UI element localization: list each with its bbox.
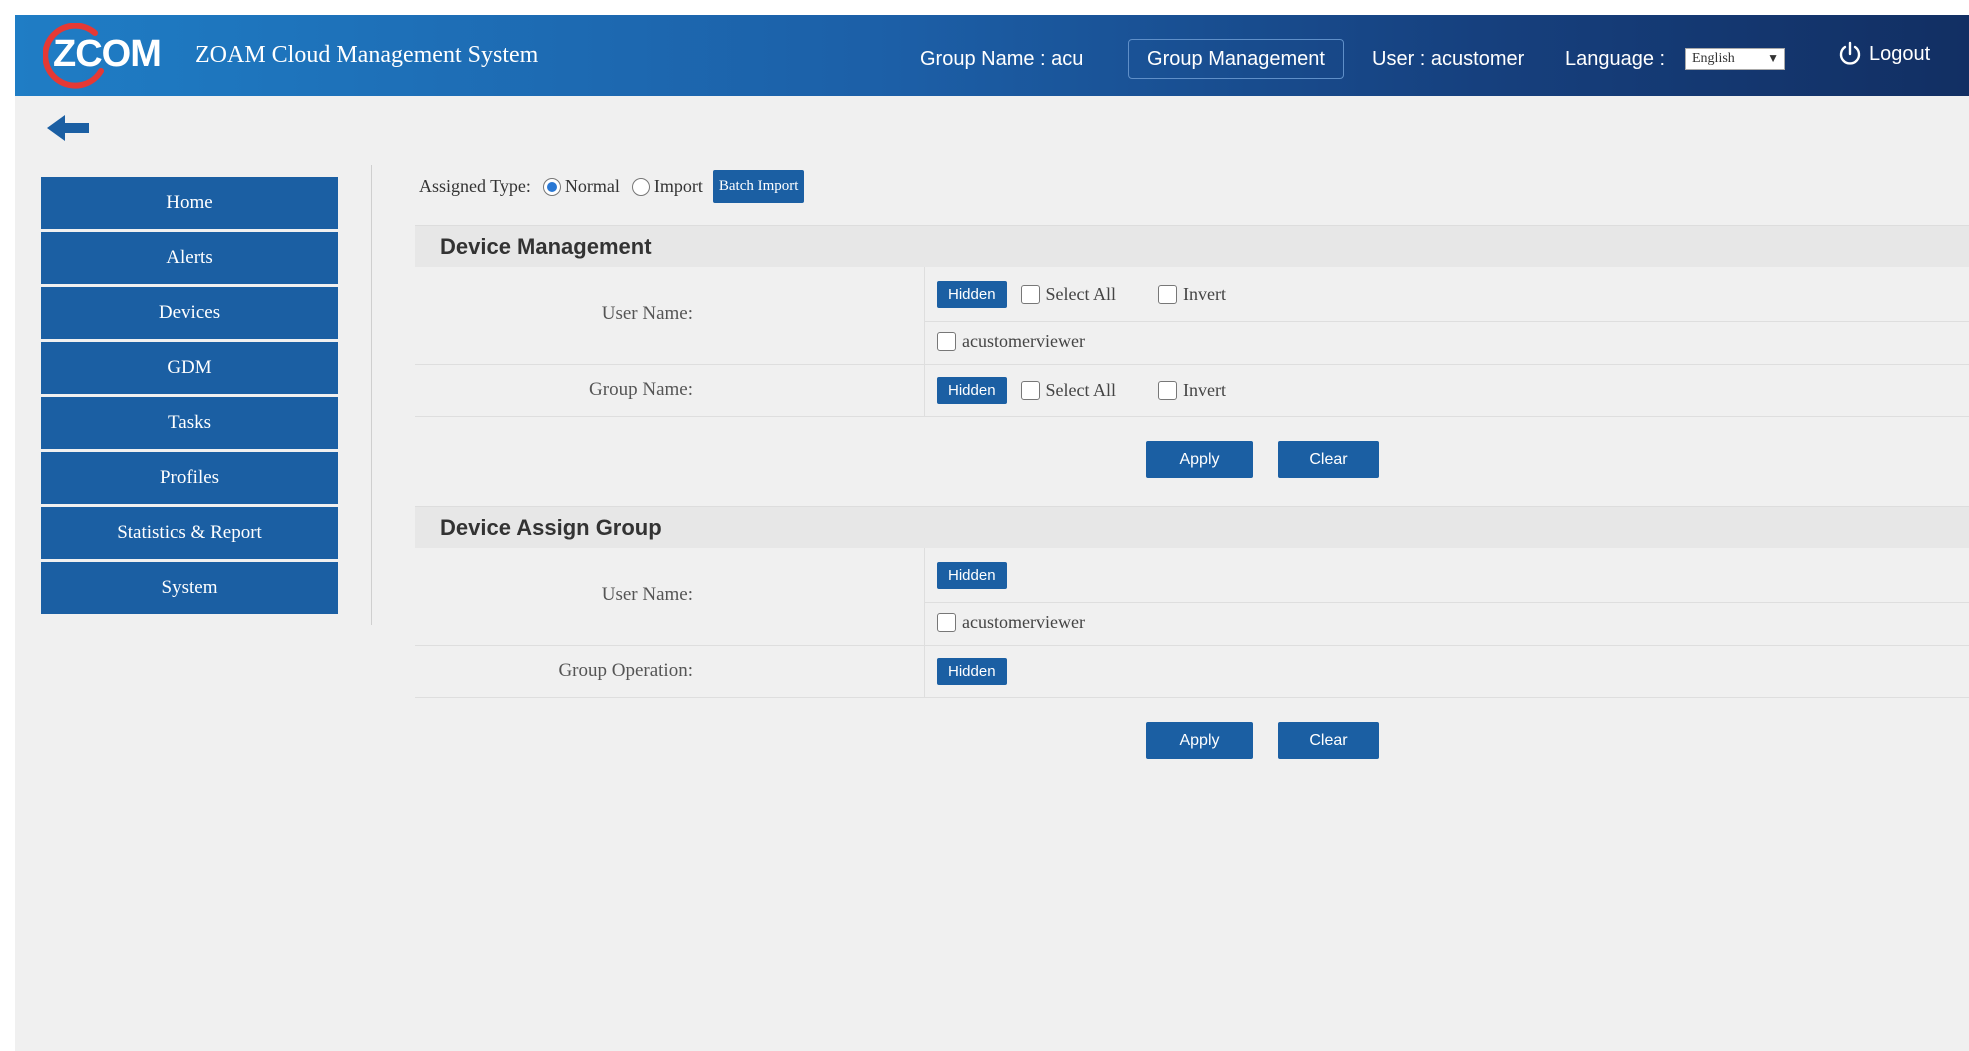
chevron-down-icon: ▼ — [1767, 51, 1779, 65]
language-value: English — [1692, 51, 1735, 66]
logout-button[interactable]: Logout — [1837, 41, 1930, 67]
dag-user-option[interactable]: acustomerviewer — [937, 612, 1085, 633]
select-all-label: Select All — [1045, 380, 1117, 400]
dm-user-name-row: User Name: Hidden Select All Invert acus… — [415, 267, 1969, 365]
user-option-label: acustomerviewer — [962, 331, 1085, 351]
device-assign-group-section: Device Assign Group User Name: Hidden ac… — [415, 506, 1969, 759]
select-all-label: Select All — [1045, 284, 1117, 304]
row-divider — [924, 267, 925, 364]
dag-group-controls: Hidden — [937, 658, 1007, 685]
user-option-checkbox[interactable] — [937, 332, 956, 351]
select-all-checkbox[interactable] — [1020, 381, 1040, 400]
dag-group-operation-row: Group Operation: Hidden — [415, 646, 1969, 698]
dm-user-option[interactable]: acustomerviewer — [937, 331, 1085, 352]
dm-group-hidden-button[interactable]: Hidden — [937, 377, 1007, 404]
invert-checkbox[interactable] — [1158, 381, 1178, 400]
device-management-section: Device Management User Name: Hidden Sele… — [415, 225, 1969, 478]
invert-checkbox[interactable] — [1158, 285, 1178, 304]
dm-group-select-all[interactable]: Select All — [1020, 380, 1117, 401]
device-assign-group-title: Device Assign Group — [415, 506, 1969, 548]
dm-action-buttons: Apply Clear — [1146, 441, 1379, 478]
dm-clear-button[interactable]: Clear — [1278, 441, 1379, 478]
dag-user-name-label: User Name: — [601, 584, 693, 605]
sidebar-nav: Home Alerts Devices GDM Tasks Profiles S… — [41, 177, 338, 617]
assigned-type-label: Assigned Type: — [419, 176, 531, 196]
logout-label: Logout — [1869, 42, 1931, 65]
sidebar-item-tasks[interactable]: Tasks — [41, 397, 338, 449]
sidebar-item-devices[interactable]: Devices — [41, 287, 338, 339]
dm-group-invert[interactable]: Invert — [1158, 380, 1226, 401]
dag-apply-button[interactable]: Apply — [1146, 722, 1253, 759]
dm-group-controls: Hidden Select All Invert — [937, 377, 1226, 404]
radio-import-label: Import — [653, 176, 703, 196]
group-management-button[interactable]: Group Management — [1128, 39, 1344, 79]
dag-user-hidden-button[interactable]: Hidden — [937, 562, 1007, 589]
user-option-checkbox[interactable] — [937, 613, 956, 632]
group-name-label: Group Name : acu — [920, 48, 1084, 70]
inner-divider — [925, 321, 1969, 322]
device-management-title: Device Management — [415, 225, 1969, 267]
assigned-type-row: Assigned Type: Normal Import Batch Impor… — [419, 170, 805, 203]
sidebar-item-profiles[interactable]: Profiles — [41, 452, 338, 504]
language-label: Language : — [1565, 48, 1666, 70]
sidebar-item-statistics-report[interactable]: Statistics & Report — [41, 507, 338, 559]
dm-user-select-all[interactable]: Select All — [1020, 284, 1117, 305]
dag-user-name-row: User Name: Hidden acustomerviewer — [415, 548, 1969, 646]
dm-group-name-row: Group Name: Hidden Select All Invert — [415, 365, 1969, 417]
dag-user-controls: Hidden — [937, 562, 1007, 589]
dm-group-name-label: Group Name: — [589, 379, 693, 400]
radio-normal[interactable] — [542, 177, 561, 196]
row-divider — [924, 365, 925, 416]
radio-normal-label: Normal — [564, 176, 620, 196]
row-divider — [924, 548, 925, 645]
language-select[interactable]: English ▼ — [1685, 48, 1785, 70]
radio-import[interactable] — [631, 177, 650, 196]
dag-action-buttons: Apply Clear — [1146, 722, 1379, 759]
row-divider — [924, 646, 925, 697]
top-header: ZCOM ZOAM Cloud Management System Group … — [15, 15, 1969, 96]
sidebar-item-alerts[interactable]: Alerts — [41, 232, 338, 284]
dag-group-hidden-button[interactable]: Hidden — [937, 658, 1007, 685]
user-option-label: acustomerviewer — [962, 612, 1085, 632]
sidebar-divider — [371, 165, 372, 625]
dag-clear-button[interactable]: Clear — [1278, 722, 1379, 759]
app-frame: ZCOM ZOAM Cloud Management System Group … — [15, 15, 1969, 1051]
dm-apply-button[interactable]: Apply — [1146, 441, 1253, 478]
back-arrow-icon[interactable] — [45, 110, 93, 146]
dm-user-hidden-button[interactable]: Hidden — [937, 281, 1007, 308]
dag-group-operation-label: Group Operation: — [558, 660, 693, 681]
invert-label: Invert — [1183, 284, 1227, 304]
sidebar-item-gdm[interactable]: GDM — [41, 342, 338, 394]
power-icon — [1839, 41, 1861, 65]
inner-divider — [925, 602, 1969, 603]
system-title: ZOAM Cloud Management System — [195, 42, 539, 68]
logo-text: ZCOM — [53, 33, 162, 75]
sidebar-item-home[interactable]: Home — [41, 177, 338, 229]
user-label: User : acustomer — [1372, 48, 1525, 70]
sidebar-item-system[interactable]: System — [41, 562, 338, 614]
dm-user-invert[interactable]: Invert — [1158, 284, 1226, 305]
dm-user-name-label: User Name: — [601, 303, 693, 324]
select-all-checkbox[interactable] — [1020, 285, 1040, 304]
dm-user-controls: Hidden Select All Invert — [937, 281, 1226, 308]
batch-import-button[interactable]: Batch Import — [712, 170, 805, 203]
invert-label: Invert — [1183, 380, 1227, 400]
